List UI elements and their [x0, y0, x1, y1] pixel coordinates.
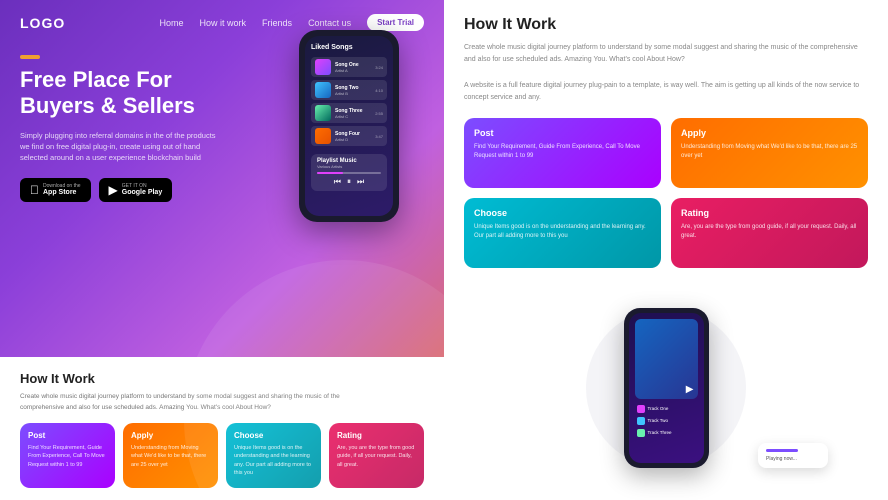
how-it-work-title: How It Work [20, 371, 424, 386]
hero-accent-bar [20, 55, 40, 59]
overlay-card-text: Playing now... [766, 456, 820, 462]
right-desc-2: A website is a full feature digital jour… [464, 80, 868, 104]
phone2-outer: Track One Track Two Track Three [624, 308, 709, 468]
right-card-rating-text: Are, you are the type from good guide, i… [681, 223, 858, 242]
left-panel: LOGO Home How it work Friends Contact us… [0, 0, 444, 500]
card-post-title: Post [28, 431, 107, 440]
item-label: Track Three [648, 430, 672, 435]
phone2-image [635, 319, 698, 399]
item-label: Track Two [648, 418, 669, 423]
dot-icon [637, 405, 645, 413]
nav-how-it-work[interactable]: How it work [200, 18, 247, 28]
googleplay-button[interactable]: ▶ GET IT ON Google Play [99, 178, 173, 202]
hero-section: Free Place ForBuyers & Sellers Simply pl… [0, 45, 444, 202]
right-card-choose-title: Choose [474, 208, 651, 218]
right-card-post-title: Post [474, 128, 651, 138]
right-cards-grid: Post Find Your Requirement, Guide From E… [464, 118, 868, 268]
right-card-rating-title: Rating [681, 208, 858, 218]
nav-home[interactable]: Home [160, 18, 184, 28]
hero-title: Free Place ForBuyers & Sellers [20, 67, 424, 120]
card-apply-text: Understanding from Moving what We'd like… [131, 444, 210, 469]
dot-icon [637, 429, 645, 437]
right-card-apply-text: Understanding from Moving what We'd like… [681, 143, 858, 162]
right-card-choose-text: Unique Items good is on the understandin… [474, 223, 651, 242]
card-post: Post Find Your Requirement, Guide From E… [20, 423, 115, 488]
right-card-choose: Choose Unique Items good is on the under… [464, 198, 661, 268]
card-choose-text: Unique Items good is on the understandin… [234, 444, 313, 477]
overlay-bar [766, 449, 798, 452]
card-rating-text: Are, you are the type from good guide, i… [337, 444, 416, 469]
phone2-area: Track One Track Two Track Three Playing … [464, 288, 868, 488]
dot-icon [637, 417, 645, 425]
item-label: Track One [648, 406, 669, 411]
appstore-label-bottom: App Store [43, 189, 81, 196]
card-rating: Rating Are, you are the type from good g… [329, 423, 424, 488]
logo: LOGO [20, 15, 65, 31]
card-apply-title: Apply [131, 431, 210, 440]
card-apply: Apply Understanding from Moving what We'… [123, 423, 218, 488]
list-item: Track Three [635, 428, 698, 438]
right-card-apply: Apply Understanding from Moving what We'… [671, 118, 868, 188]
right-card-post: Post Find Your Requirement, Guide From E… [464, 118, 661, 188]
card-choose-title: Choose [234, 431, 313, 440]
hero-description: Simply plugging into referral domains in… [20, 130, 220, 164]
right-how-it-work-title: How It Work [464, 16, 868, 34]
phone2-song-list: Track One Track Two Track Three [635, 404, 698, 438]
store-buttons:  Download on the App Store ▶ GET IT ON … [20, 178, 424, 202]
right-panel: How It Work Create whole music digital j… [444, 0, 888, 500]
nav-contact[interactable]: Contact us [308, 18, 351, 28]
googleplay-label-bottom: Google Play [122, 189, 162, 196]
right-card-post-text: Find Your Requirement, Guide From Experi… [474, 143, 651, 162]
apple-icon:  [30, 183, 39, 197]
phone2-screen: Track One Track Two Track Three [629, 313, 704, 463]
how-it-work-desc: Create whole music digital journey platf… [20, 392, 340, 413]
how-it-work-section: How It Work Create whole music digital j… [0, 357, 444, 500]
list-item: Track Two [635, 416, 698, 426]
card-post-text: Find Your Requirement, Guide From Experi… [28, 444, 107, 469]
card-choose: Choose Unique Items good is on the under… [226, 423, 321, 488]
card-rating-title: Rating [337, 431, 416, 440]
start-trial-button[interactable]: Start Trial [367, 14, 424, 31]
overlay-card: Playing now... [758, 443, 828, 468]
right-card-apply-title: Apply [681, 128, 858, 138]
appstore-button[interactable]:  Download on the App Store [20, 178, 91, 202]
right-card-rating: Rating Are, you are the type from good g… [671, 198, 868, 268]
nav-friends[interactable]: Friends [262, 18, 292, 28]
play-icon: ▶ [109, 183, 118, 197]
list-item: Track One [635, 404, 698, 414]
right-desc-1: Create whole music digital journey platf… [464, 42, 868, 66]
how-it-work-cards: Post Find Your Requirement, Guide From E… [20, 423, 424, 488]
